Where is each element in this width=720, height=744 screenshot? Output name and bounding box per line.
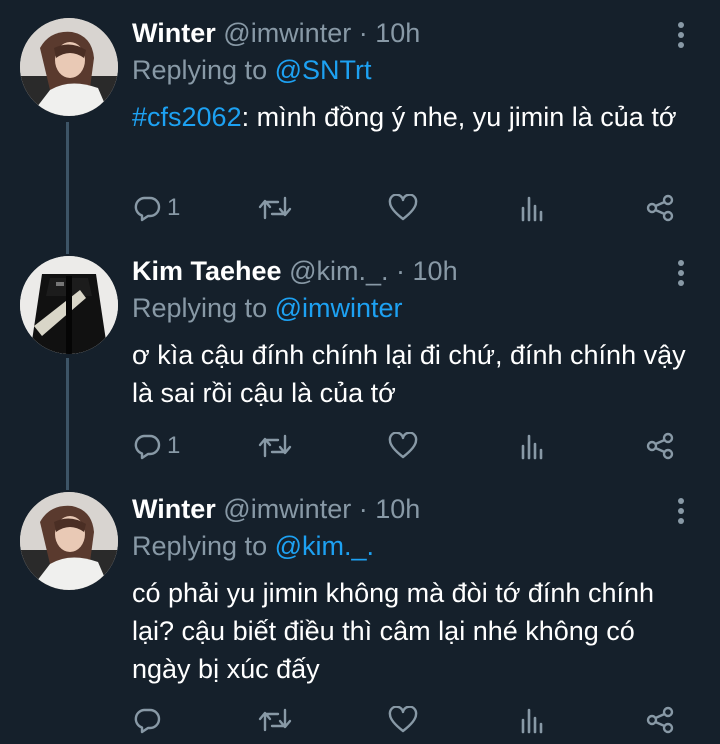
replying-label: Replying to — [132, 531, 275, 561]
retweet-icon — [258, 708, 292, 732]
tweet[interactable]: Winter @imwinter · 10h Replying to @kim.… — [0, 476, 720, 744]
tweet-text-content: : mình đồng ý nhe, yu jimin là của tớ — [241, 102, 677, 132]
retweet-button[interactable] — [258, 429, 292, 463]
heart-icon — [388, 706, 418, 733]
more-vertical-icon — [678, 22, 684, 48]
reply-icon — [134, 434, 161, 460]
more-vertical-icon — [678, 260, 684, 286]
replying-mention[interactable]: @imwinter — [275, 293, 403, 323]
more-button[interactable] — [670, 258, 692, 288]
replying-label: Replying to — [132, 293, 275, 323]
analytics-icon — [521, 434, 543, 460]
girl-photo-icon — [20, 18, 118, 116]
heart-icon — [388, 432, 418, 459]
share-button[interactable] — [645, 429, 675, 463]
more-button[interactable] — [670, 496, 692, 526]
action-bar: 1 — [0, 429, 720, 463]
heart-icon — [388, 194, 418, 221]
share-button[interactable] — [645, 191, 675, 225]
display-name[interactable]: Winter — [132, 18, 216, 48]
avatar[interactable] — [20, 256, 118, 354]
user-handle[interactable]: @kim._. — [289, 256, 388, 286]
share-icon — [646, 706, 674, 734]
replying-to: Replying to @imwinter — [132, 291, 403, 325]
timestamp[interactable]: 10h — [375, 18, 420, 48]
reply-icon — [134, 196, 161, 222]
reply-button[interactable] — [133, 703, 167, 737]
analytics-icon — [521, 196, 543, 222]
analytics-button[interactable] — [519, 429, 545, 463]
reply-count: 1 — [167, 432, 181, 459]
timestamp[interactable]: 10h — [413, 256, 458, 286]
tweet-header: Winter @imwinter · 10h — [132, 492, 420, 526]
like-button[interactable] — [388, 429, 418, 463]
display-name[interactable]: Winter — [132, 494, 216, 524]
action-bar: 1 — [0, 191, 720, 225]
replying-to: Replying to @kim._. — [132, 529, 374, 563]
more-vertical-icon — [678, 498, 684, 524]
share-button[interactable] — [645, 703, 675, 737]
hashtag-link[interactable]: #cfs2062 — [132, 102, 242, 132]
reply-count: 1 — [167, 194, 181, 221]
share-icon — [646, 432, 674, 460]
tweet-header: Winter @imwinter · 10h — [132, 16, 420, 50]
avatar[interactable] — [20, 492, 118, 590]
tweet-text: có phải yu jimin không mà đòi tớ đính ch… — [132, 578, 655, 684]
replying-mention[interactable]: @kim._. — [275, 531, 374, 561]
retweet-button[interactable] — [258, 191, 292, 225]
user-handle[interactable]: @imwinter — [223, 494, 351, 524]
avatar[interactable] — [20, 18, 118, 116]
separator-dot: · — [396, 256, 406, 286]
replying-to: Replying to @SNTrt — [132, 53, 372, 87]
separator-dot: · — [358, 494, 368, 524]
timestamp[interactable]: 10h — [375, 494, 420, 524]
replying-mention[interactable]: @SNTrt — [275, 55, 372, 85]
user-handle[interactable]: @imwinter — [223, 18, 351, 48]
analytics-button[interactable] — [519, 703, 545, 737]
retweet-icon — [258, 434, 292, 458]
separator-dot: · — [358, 18, 368, 48]
reply-icon — [134, 708, 161, 734]
retweet-button[interactable] — [258, 703, 292, 737]
tweet[interactable]: Winter @imwinter · 10h Replying to @SNTr… — [0, 0, 720, 240]
like-button[interactable] — [388, 703, 418, 737]
retweet-icon — [258, 196, 292, 220]
more-button[interactable] — [670, 20, 692, 50]
analytics-button[interactable] — [519, 191, 545, 225]
reply-button[interactable]: 1 — [133, 191, 180, 225]
analytics-icon — [521, 708, 543, 734]
reply-button[interactable]: 1 — [133, 429, 180, 463]
jacket-photo-icon — [20, 256, 118, 354]
display-name[interactable]: Kim Taehee — [132, 256, 282, 286]
action-bar — [0, 703, 720, 737]
share-icon — [646, 194, 674, 222]
like-button[interactable] — [388, 191, 418, 225]
tweet-text: #cfs2062: mình đồng ý nhe, yu jimin là c… — [132, 98, 692, 136]
tweet-header: Kim Taehee @kim._. · 10h — [132, 254, 458, 288]
tweet[interactable]: Kim Taehee @kim._. · 10h Replying to @im… — [0, 240, 720, 490]
tweet-text: ơ kìa cậu đính chính lại đi chứ, đính ch… — [132, 340, 686, 408]
replying-label: Replying to — [132, 55, 275, 85]
girl-photo-icon — [20, 492, 118, 590]
